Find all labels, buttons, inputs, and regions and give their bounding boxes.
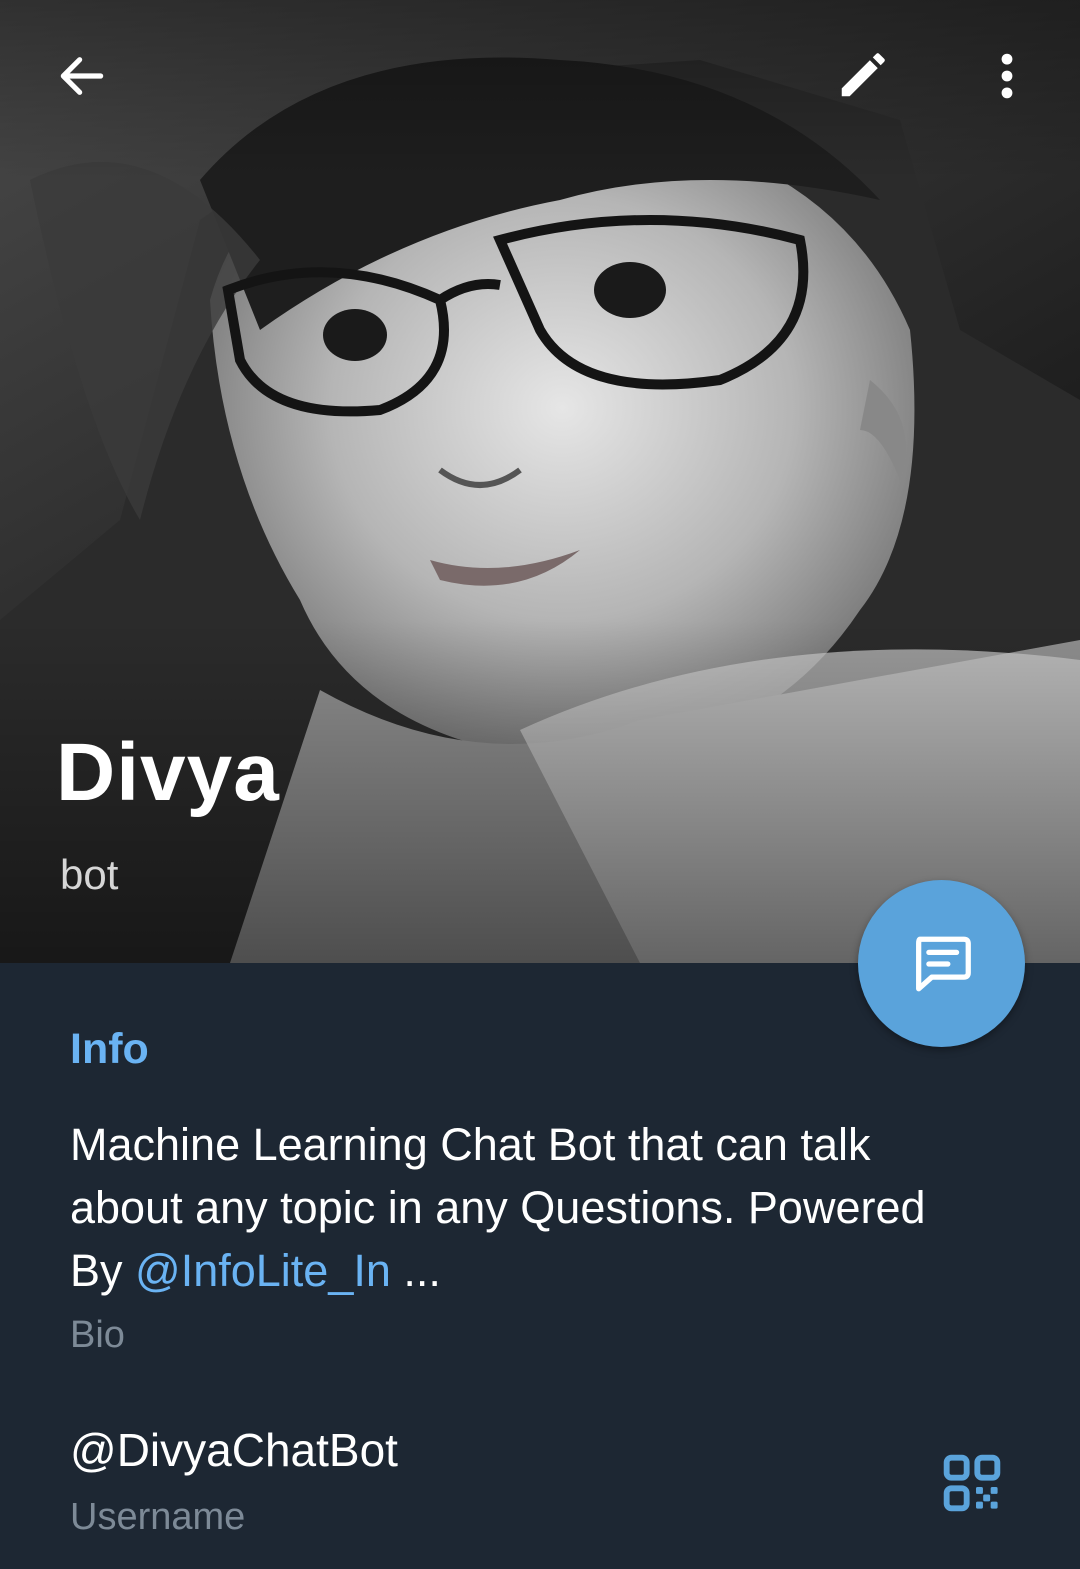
profile-name: Divya: [56, 727, 280, 818]
bio-link[interactable]: @InfoLite_In: [135, 1245, 391, 1296]
username-label: Username: [70, 1496, 246, 1538]
bio-label: Bio: [70, 1314, 125, 1356]
header-shade: [0, 0, 1080, 963]
info-section: Info Machine Learning Chat Bot that can …: [0, 963, 1080, 1569]
more-vertical-icon: [1001, 53, 1013, 99]
profile-status: bot: [60, 851, 119, 898]
bio-text: Machine Learning Chat Bot that can talk …: [70, 1113, 970, 1302]
send-message-button[interactable]: [858, 880, 1025, 1047]
qr-code-icon: [943, 1454, 1001, 1512]
qr-code-button[interactable]: [930, 1441, 1014, 1525]
more-button[interactable]: [967, 36, 1047, 116]
username-value[interactable]: @DivyaChatBot: [70, 1423, 398, 1477]
pencil-icon: [841, 53, 885, 97]
bio-ellipsis[interactable]: ...: [391, 1245, 441, 1296]
info-title: Info: [70, 1025, 149, 1073]
arrow-left-icon: [60, 57, 104, 95]
message-icon: [915, 936, 971, 991]
profile-header: Divya bot: [0, 0, 1080, 963]
edit-button[interactable]: [822, 36, 902, 116]
back-button[interactable]: [42, 36, 122, 116]
